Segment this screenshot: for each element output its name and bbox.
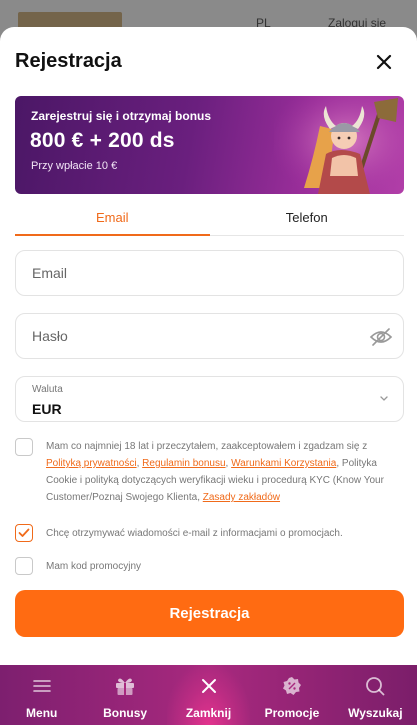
email-field-wrapper — [15, 250, 404, 296]
nav-label-promotions: Promocje — [264, 706, 320, 720]
tab-phone[interactable]: Telefon — [210, 208, 405, 235]
marketing-label: Chcę otrzymywać wiadomości e-mail z info… — [46, 527, 343, 539]
promo-code-label: Mam kod promocyjny — [46, 560, 142, 572]
menu-icon — [31, 675, 53, 697]
close-icon — [198, 675, 220, 697]
terms-text: Mam co najmniej 18 lat i przeczytałem, z… — [46, 441, 384, 503]
modal-title: Rejestracja — [15, 50, 122, 72]
nav-label-bonuses: Bonusy — [103, 706, 148, 720]
nav-item-bonuses[interactable]: Bonusy — [83, 665, 166, 725]
close-button[interactable] — [371, 49, 397, 75]
currency-label: Waluta — [32, 384, 63, 395]
chevron-down-icon — [380, 396, 388, 401]
close-icon — [376, 54, 392, 70]
bottom-navigation: Menu Bonusy Zamknij Promocje Wyszukaj — [0, 665, 417, 725]
nav-item-search[interactable]: Wyszukaj — [334, 665, 417, 725]
marketing-checkbox[interactable] — [15, 524, 33, 542]
registration-modal: Rejestracja Zarejestruj się i otrzymaj b… — [0, 27, 417, 665]
nav-label-search: Wyszukaj — [348, 706, 403, 720]
privacy-policy-link[interactable]: Polityką prywatności — [46, 458, 137, 469]
nav-item-menu[interactable]: Menu — [0, 665, 83, 725]
promo-code-row: Mam kod promocyjny — [15, 557, 141, 575]
promo-code-checkbox[interactable] — [15, 557, 33, 575]
currency-value: EUR — [32, 401, 62, 417]
bonus-banner: Zarejestruj się i otrzymaj bonus 800 € +… — [15, 96, 404, 194]
checkmark-icon — [18, 528, 30, 537]
bonus-terms-link[interactable]: Regulamin bonusu — [142, 458, 225, 469]
viking-character-image — [274, 96, 404, 194]
terms-of-use-link[interactable]: Warunkami Korzystania — [231, 458, 336, 469]
eye-off-icon[interactable] — [369, 326, 393, 348]
terms-consent-row: Mam co najmniej 18 lat i przeczytałem, z… — [15, 438, 405, 506]
password-field[interactable] — [16, 314, 403, 358]
marketing-consent-row: Chcę otrzymywać wiadomości e-mail z info… — [15, 524, 343, 542]
gift-icon — [114, 675, 136, 697]
nav-label-close: Zamknij — [185, 706, 232, 720]
search-icon — [364, 675, 386, 697]
nav-item-promotions[interactable]: Promocje — [250, 665, 333, 725]
nav-item-close[interactable]: Zamknij — [166, 665, 251, 725]
currency-select[interactable]: Waluta EUR — [15, 376, 404, 422]
password-field-wrapper — [15, 313, 404, 359]
betting-rules-link[interactable]: Zasady zakładów — [203, 492, 280, 503]
nav-label-menu: Menu — [26, 706, 58, 720]
email-field[interactable] — [16, 251, 403, 295]
banner-subtitle: Zarejestruj się i otrzymaj bonus — [31, 109, 212, 123]
auth-method-tabs: Email Telefon — [15, 208, 404, 236]
banner-amount: 800 € + 200 ds — [30, 129, 175, 152]
promo-badge-icon — [281, 675, 303, 697]
terms-checkbox[interactable] — [15, 438, 33, 456]
tab-email[interactable]: Email — [15, 208, 210, 236]
banner-note: Przy wpłacie 10 € — [31, 160, 118, 172]
register-button[interactable]: Rejestracja — [15, 590, 404, 637]
